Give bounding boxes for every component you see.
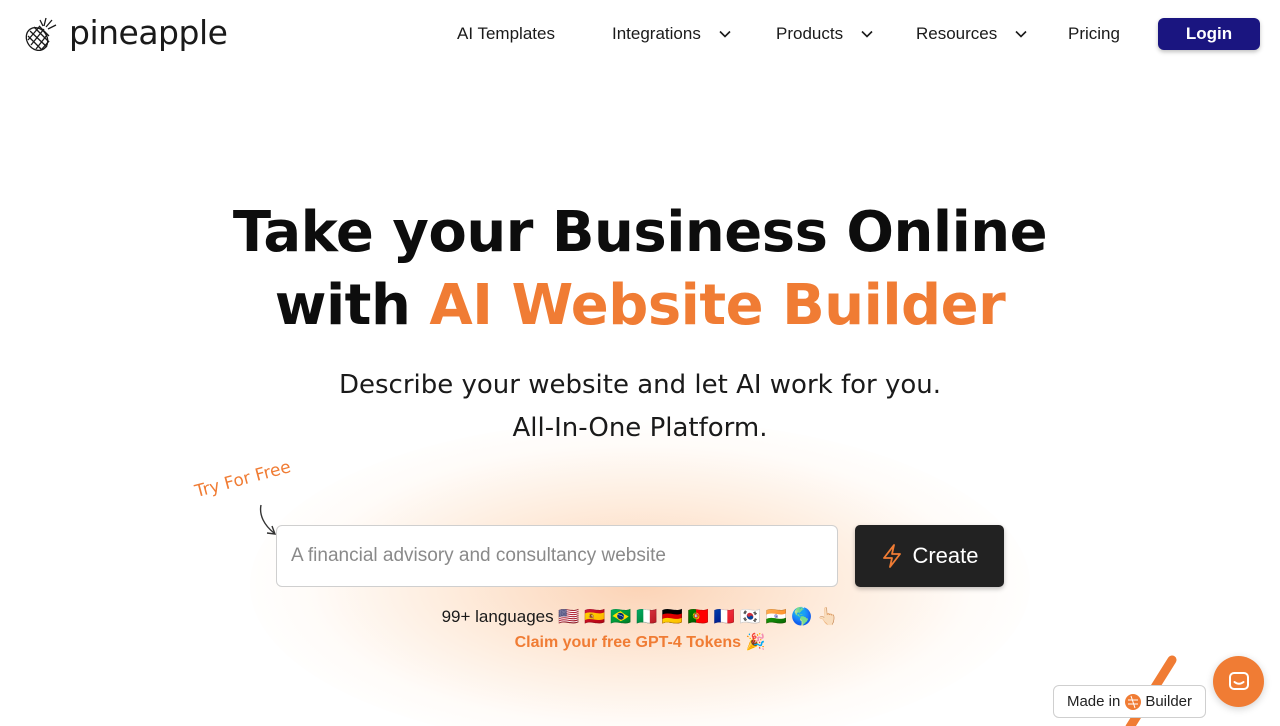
hero-title-line1: Take your Business Online <box>232 200 1048 265</box>
nav-item-resources[interactable]: Resources <box>916 20 1027 48</box>
chevron-down-icon <box>719 30 731 38</box>
nav-label: Resources <box>916 24 998 43</box>
login-button[interactable]: Login <box>1158 18 1260 50</box>
create-label: Create <box>912 543 979 568</box>
languages-text: 99+ languages 🇺🇸 🇪🇸 🇧🇷 🇮🇹 🇩🇪 🇵🇹 🇫🇷 🇰🇷 🇮🇳… <box>441 607 839 626</box>
nav-item-pricing[interactable]: Pricing <box>1068 20 1120 48</box>
try-for-free-label: Try For Free <box>192 457 294 502</box>
lightning-bolt-icon <box>883 544 902 568</box>
builder-logo-icon <box>1125 693 1142 710</box>
hero-title: Take your Business Online with AI Websit… <box>0 196 1280 342</box>
nav-item-integrations[interactable]: Integrations <box>612 20 731 48</box>
hero-title-line2: with AI Website Builder <box>0 269 1280 342</box>
pineapple-icon <box>25 17 57 52</box>
nav-label: Integrations <box>612 24 701 43</box>
made-in-suffix: Builder <box>1145 693 1193 710</box>
hero-title-accent: AI Website Builder <box>429 273 1006 338</box>
logo[interactable]: pineapple <box>22 13 228 54</box>
chevron-down-icon <box>1015 30 1027 38</box>
page: pineapple AI Templates Integrations Prod… <box>0 0 1280 726</box>
nav-label: Pricing <box>1068 24 1120 43</box>
chat-bubble-icon <box>1228 671 1249 690</box>
website-description-input[interactable] <box>276 525 838 587</box>
made-in-prefix: Made in <box>1066 693 1121 710</box>
subtitle-line2: All-In-One Platform. <box>512 413 768 443</box>
create-button[interactable]: Create <box>855 525 1004 587</box>
nav-label: Products <box>776 24 844 43</box>
made-in-builder-badge[interactable]: Made in Builder <box>1053 685 1206 718</box>
nav-item-products[interactable]: Products <box>776 20 873 48</box>
brand-name: pineapple <box>69 13 228 52</box>
chat-launcher-button[interactable] <box>1213 656 1264 707</box>
subtitle-line1: Describe your website and let AI work fo… <box>338 370 942 400</box>
chevron-down-icon <box>861 30 873 38</box>
nav-item-ai-templates[interactable]: AI Templates <box>457 20 555 48</box>
hero-subtitle: Describe your website and let AI work fo… <box>0 364 1280 450</box>
hero-title-prefix: with <box>274 273 430 338</box>
claim-tokens-link[interactable]: Claim your free GPT-4 Tokens 🎉 <box>0 632 1280 654</box>
header: pineapple AI Templates Integrations Prod… <box>0 0 1280 70</box>
nav-label: AI Templates <box>457 24 555 43</box>
